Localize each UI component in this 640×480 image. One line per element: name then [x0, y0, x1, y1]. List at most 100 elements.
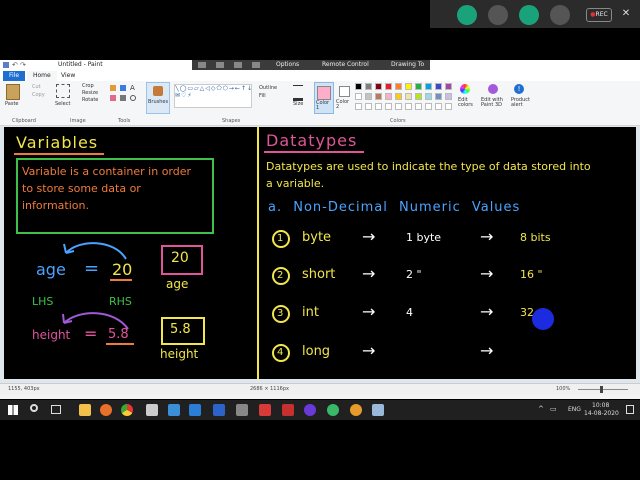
edit-colors-icon[interactable] — [460, 84, 470, 94]
palette-swatch-empty[interactable] — [415, 103, 422, 110]
palette-swatch[interactable] — [435, 83, 442, 90]
menu-drawing-tools[interactable]: Drawing To — [391, 61, 424, 68]
palette-swatch[interactable] — [355, 93, 362, 100]
explorer-icon[interactable] — [79, 404, 91, 416]
notifications-icon[interactable] — [626, 405, 634, 414]
app-icon-2[interactable] — [168, 404, 180, 416]
color1-button[interactable]: Color 1 — [314, 82, 334, 114]
start-icon[interactable] — [8, 405, 18, 415]
app-icon-9[interactable] — [350, 404, 362, 416]
shapes-gallery[interactable]: ╲◯▭▱△◁◇⬠⬡→←↑↓✦✧☆▭◎✉♡⚡ — [174, 84, 252, 108]
network-icon[interactable]: ▭ — [550, 405, 557, 413]
close-meeting-icon[interactable]: ✕ — [620, 8, 632, 20]
crop-button[interactable]: Crop — [82, 83, 94, 89]
remote-icon-4[interactable] — [252, 62, 260, 68]
palette-swatch[interactable] — [395, 93, 402, 100]
clock-date[interactable]: 14-08-2020 — [584, 410, 619, 417]
palette-swatch-empty[interactable] — [385, 103, 392, 110]
alert-icon[interactable]: ! — [514, 84, 524, 94]
task-view-icon[interactable] — [51, 405, 61, 414]
palette-swatch[interactable] — [375, 83, 382, 90]
undo-icon[interactable]: ↶ — [12, 61, 18, 69]
edit-paint3d-button[interactable]: Edit with Paint 3D — [481, 98, 507, 108]
palette-swatch[interactable] — [445, 93, 452, 100]
app-icon-3[interactable] — [213, 404, 225, 416]
palette-swatch[interactable] — [415, 93, 422, 100]
palette-swatch-empty[interactable] — [445, 103, 452, 110]
zoom-slider[interactable] — [578, 389, 628, 390]
brushes-button[interactable]: Brushes — [146, 82, 170, 114]
palette-swatch[interactable] — [425, 93, 432, 100]
camera-off-icon[interactable] — [488, 5, 508, 25]
palette-swatch[interactable] — [445, 83, 452, 90]
eraser-icon[interactable] — [110, 95, 116, 101]
rotate-button[interactable]: Rotate — [82, 97, 98, 103]
shape-outline[interactable]: Outline — [259, 85, 277, 91]
magnifier-icon[interactable] — [130, 95, 136, 101]
shape-fill[interactable]: Fill — [259, 93, 266, 99]
language-indicator[interactable]: ENG — [568, 406, 581, 413]
app-icon-8[interactable] — [327, 404, 339, 416]
tray-chevron-icon[interactable]: ^ — [538, 405, 544, 413]
palette-swatch[interactable] — [405, 83, 412, 90]
paint3d-icon[interactable] — [488, 84, 498, 94]
chrome-icon[interactable] — [121, 404, 133, 416]
palette-swatch-empty[interactable] — [435, 103, 442, 110]
palette-swatch[interactable] — [385, 93, 392, 100]
remote-icon-2[interactable] — [216, 62, 224, 68]
mic-icon[interactable] — [457, 5, 477, 25]
product-alert-button[interactable]: Product alert — [511, 98, 530, 108]
text-icon[interactable]: A — [130, 84, 135, 92]
palette-swatch[interactable] — [425, 83, 432, 90]
search-icon[interactable] — [30, 404, 38, 412]
picker-icon[interactable] — [120, 95, 126, 101]
redo-icon[interactable]: ↷ — [20, 61, 26, 69]
palette-swatch[interactable] — [395, 83, 402, 90]
palette-swatch-empty[interactable] — [425, 103, 432, 110]
palette-swatch[interactable] — [415, 83, 422, 90]
pencil-icon[interactable] — [110, 85, 116, 91]
tab-view[interactable]: View — [55, 71, 81, 81]
remote-icon-1[interactable] — [198, 62, 206, 68]
edit-colors-button[interactable]: Edit colors — [458, 98, 473, 108]
palette-swatch[interactable] — [375, 93, 382, 100]
palette-swatch-empty[interactable] — [405, 103, 412, 110]
app-icon-6[interactable] — [282, 404, 294, 416]
copy-button[interactable]: Copy — [32, 92, 45, 98]
end-call-icon[interactable] — [550, 5, 570, 25]
palette-swatch-empty[interactable] — [355, 103, 362, 110]
app-icon-7[interactable] — [304, 404, 316, 416]
palette-swatch-empty[interactable] — [395, 103, 402, 110]
paint-taskbar-icon[interactable] — [372, 404, 384, 416]
palette-swatch-empty[interactable] — [375, 103, 382, 110]
palette-swatch[interactable] — [355, 83, 362, 90]
palette-swatch-empty[interactable] — [365, 103, 372, 110]
palette-swatch[interactable] — [365, 83, 372, 90]
paste-icon[interactable] — [6, 84, 20, 100]
resize-button[interactable]: Resize — [82, 90, 98, 96]
app-icon-1[interactable] — [146, 404, 158, 416]
firefox-icon[interactable] — [100, 404, 112, 416]
size-button[interactable]: Size — [293, 101, 303, 107]
palette-swatch[interactable] — [385, 83, 392, 90]
app-icon-5[interactable] — [259, 404, 271, 416]
tab-file[interactable]: File — [3, 71, 26, 81]
palette-swatch[interactable] — [365, 93, 372, 100]
fill-icon[interactable] — [120, 85, 126, 91]
select-button[interactable]: Select — [55, 101, 70, 107]
zoom-slider-thumb[interactable] — [600, 386, 603, 393]
size-icon[interactable] — [293, 85, 303, 101]
share-screen-icon[interactable] — [519, 5, 539, 25]
palette-swatch[interactable] — [405, 93, 412, 100]
app-icon-4[interactable] — [236, 404, 248, 416]
remote-icon-3[interactable] — [234, 62, 242, 68]
palette-swatch[interactable] — [435, 93, 442, 100]
select-icon[interactable] — [56, 84, 70, 98]
menu-options[interactable]: Options — [276, 61, 299, 68]
clock-time[interactable]: 10:08 — [592, 402, 609, 409]
cut-button[interactable]: Cut — [32, 84, 41, 90]
color2-button[interactable]: Color 2 — [336, 82, 352, 112]
vscode-icon[interactable] — [189, 404, 201, 416]
paste-button[interactable]: Paste — [5, 101, 19, 107]
save-icon[interactable] — [3, 62, 9, 68]
